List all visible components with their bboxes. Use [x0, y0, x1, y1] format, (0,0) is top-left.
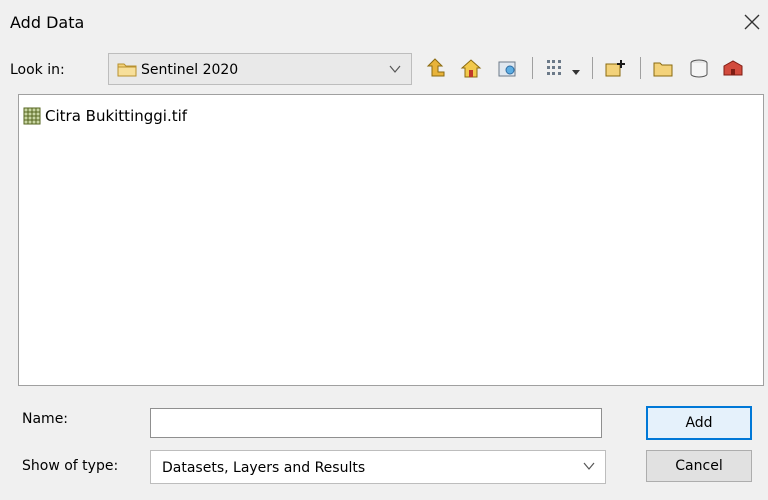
- dialog-title: Add Data: [10, 13, 85, 32]
- cancel-button[interactable]: Cancel: [646, 450, 752, 482]
- view-list-icon[interactable]: [544, 57, 566, 79]
- folder-icon: [117, 63, 137, 77]
- name-label: Name:: [22, 411, 69, 427]
- look-in-value: Sentinel 2020: [141, 62, 239, 78]
- look-in-label: Look in:: [10, 62, 65, 78]
- name-input[interactable]: [150, 408, 602, 438]
- file-list[interactable]: Citra Bukittinggi.tif: [18, 94, 764, 386]
- connect-folder-icon[interactable]: [496, 57, 518, 79]
- toolbar-separator: [640, 57, 641, 79]
- close-icon: [744, 14, 760, 30]
- raster-dataset-icon: [23, 107, 41, 125]
- new-database-icon[interactable]: [688, 57, 710, 79]
- type-dropdown[interactable]: Datasets, Layers and Results: [150, 450, 606, 484]
- type-value: Datasets, Layers and Results: [162, 460, 366, 476]
- toolbar-separator: [532, 57, 533, 79]
- look-in-dropdown[interactable]: Sentinel 2020: [108, 53, 412, 85]
- chevron-down-icon: [389, 65, 401, 73]
- new-layer-icon[interactable]: [604, 57, 626, 79]
- toolbox-icon[interactable]: [722, 57, 744, 79]
- add-button[interactable]: Add: [646, 406, 752, 440]
- toolbar-separator: [592, 57, 593, 79]
- type-label: Show of type:: [22, 458, 119, 474]
- up-one-level-icon[interactable]: [424, 57, 446, 79]
- view-options-dropdown-icon[interactable]: [570, 63, 582, 75]
- list-item[interactable]: Citra Bukittinggi.tif: [23, 107, 187, 125]
- home-icon[interactable]: [460, 57, 482, 79]
- file-name: Citra Bukittinggi.tif: [45, 107, 188, 125]
- chevron-down-icon: [583, 462, 595, 470]
- close-button[interactable]: [740, 10, 764, 34]
- new-folder-icon[interactable]: [652, 57, 674, 79]
